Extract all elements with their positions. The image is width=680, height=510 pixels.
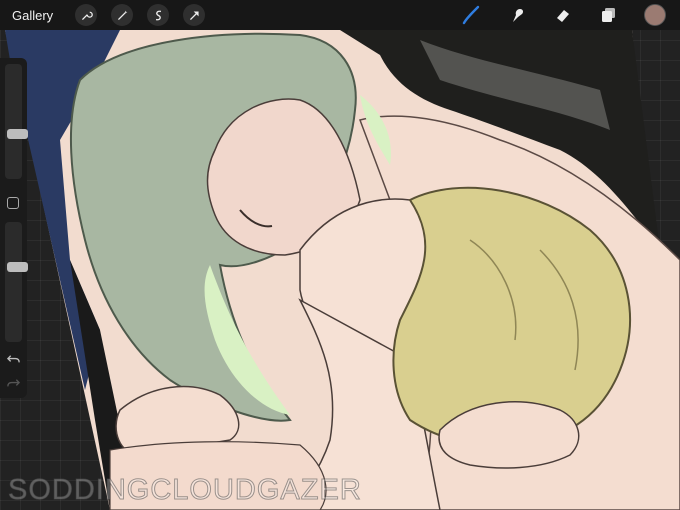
brush-size-thumb[interactable] xyxy=(7,129,28,139)
actions-button[interactable] xyxy=(75,4,98,26)
move-arrow-icon xyxy=(189,10,199,20)
wrench-icon xyxy=(81,11,93,20)
redo-icon xyxy=(7,379,21,387)
watermark-text: SODDINGCLOUDGAZER xyxy=(8,474,362,507)
color-button[interactable] xyxy=(644,4,666,26)
gallery-button[interactable]: Gallery xyxy=(12,8,53,23)
brush-button[interactable] xyxy=(460,4,482,26)
brush-icon xyxy=(462,5,480,25)
brush-size-slider[interactable] xyxy=(5,64,28,179)
opacity-thumb[interactable] xyxy=(7,262,28,272)
right-toolset xyxy=(460,0,680,30)
top-toolbar: Gallery xyxy=(0,0,680,30)
opacity-slider[interactable] xyxy=(5,222,28,342)
undo-icon xyxy=(6,355,20,363)
magic-wand-icon xyxy=(117,10,128,20)
layers-button[interactable] xyxy=(598,4,620,26)
eraser-icon xyxy=(557,10,569,22)
layers-icon xyxy=(602,8,615,22)
smudge-button[interactable] xyxy=(506,4,528,26)
redo-button[interactable] xyxy=(6,376,21,391)
adjustments-button[interactable] xyxy=(111,4,134,26)
eraser-button[interactable] xyxy=(552,4,574,26)
transform-button[interactable] xyxy=(183,4,206,26)
undo-button[interactable] xyxy=(6,352,21,367)
artwork-canvas[interactable] xyxy=(0,0,680,510)
modify-button[interactable] xyxy=(7,197,19,209)
selection-button[interactable] xyxy=(147,4,170,26)
canvas-workspace[interactable] xyxy=(0,0,680,510)
selection-icon xyxy=(155,10,161,20)
left-sidebar xyxy=(0,58,28,398)
smudge-icon xyxy=(513,9,524,22)
